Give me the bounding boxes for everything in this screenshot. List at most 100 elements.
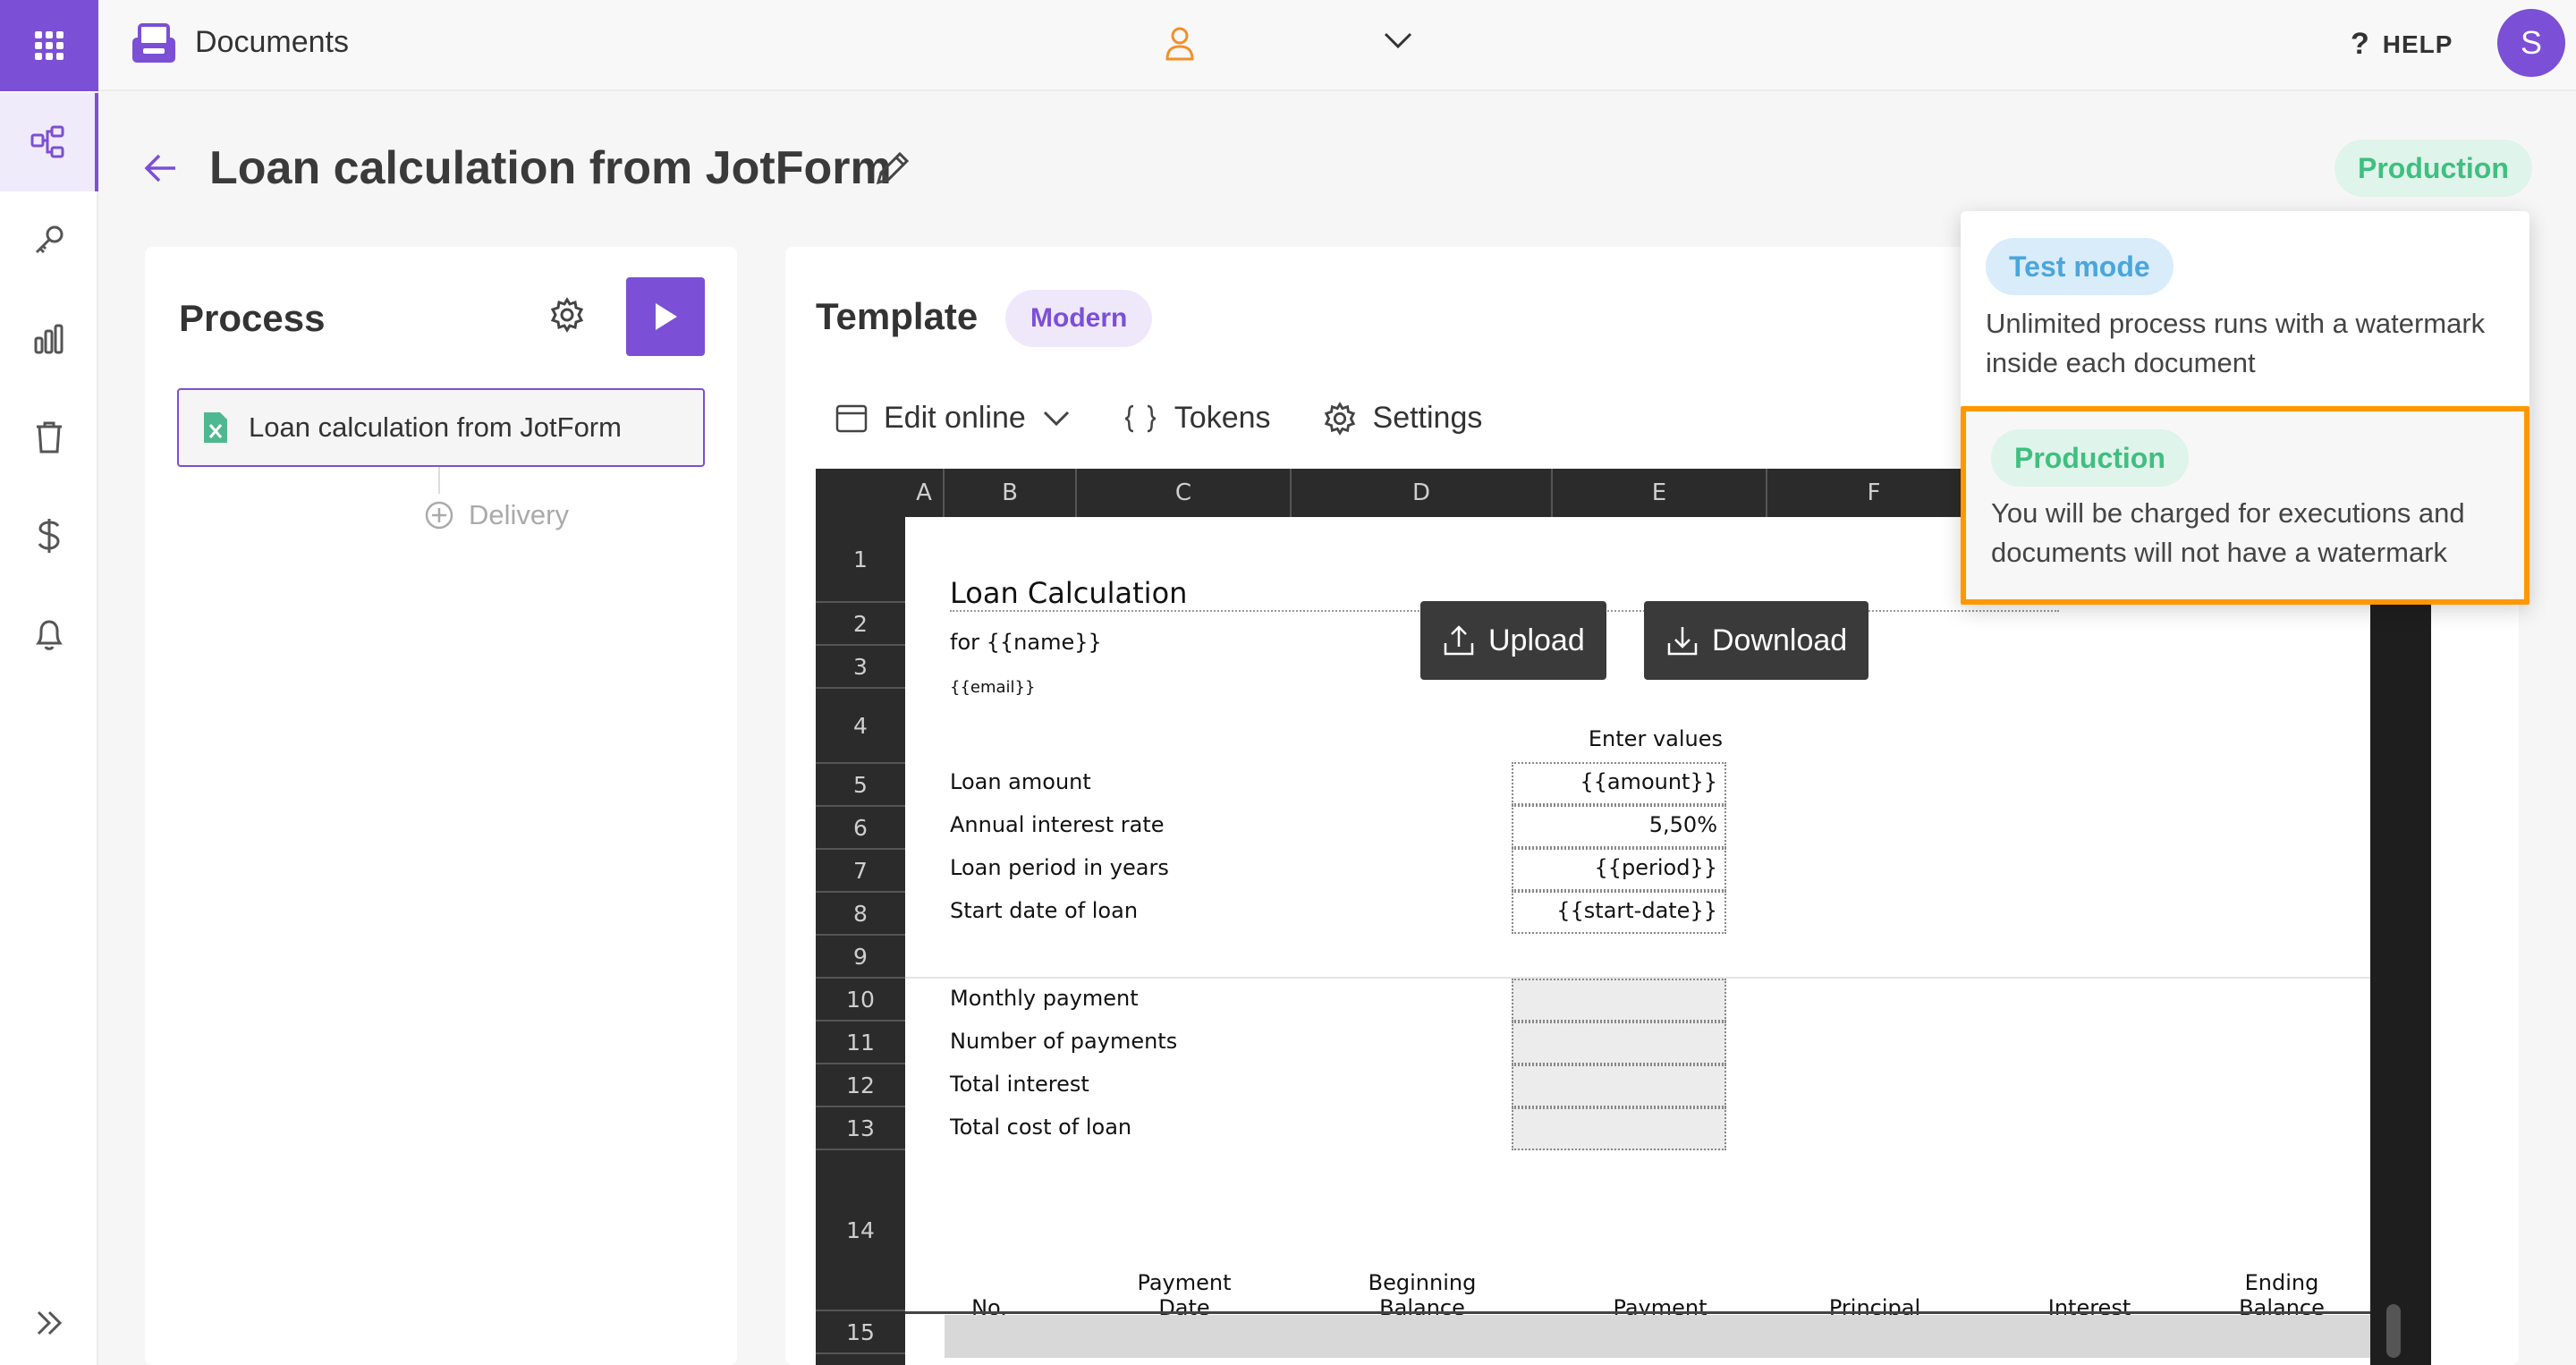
process-title: Process xyxy=(179,297,326,339)
row-header: 6 xyxy=(816,807,905,850)
notifications-nav-icon[interactable] xyxy=(0,585,98,683)
scroll-thumb[interactable] xyxy=(2386,1304,2401,1358)
documents-logo-icon xyxy=(131,21,177,69)
row-header: 3 xyxy=(816,646,905,689)
template-title: Template xyxy=(816,295,979,337)
col-payment-date-header-1: Payment xyxy=(1137,1270,1232,1295)
tokens-button[interactable]: Tokens xyxy=(1123,401,1271,436)
column-header: E xyxy=(1553,469,1767,517)
environment-selector[interactable]: Production xyxy=(2334,140,2532,197)
sheet-body: Loan Calculation for {{name}} {{email}} … xyxy=(905,517,2370,1365)
total-cost-cell xyxy=(1512,1107,1726,1150)
user-icon[interactable] xyxy=(1165,25,1195,65)
row-header: 1 xyxy=(816,517,905,603)
excel-file-icon xyxy=(204,412,227,443)
production-option[interactable]: Production You will be charged for execu… xyxy=(1961,406,2529,605)
loan-amount-label: Loan amount xyxy=(950,769,1091,794)
key-nav-icon[interactable] xyxy=(0,191,98,290)
tokens-label: Tokens xyxy=(1174,401,1271,435)
stats-nav-icon[interactable] xyxy=(0,290,98,388)
production-badge: Production xyxy=(1991,429,2189,487)
row-header: 12 xyxy=(816,1064,905,1107)
trash-nav-icon[interactable] xyxy=(0,388,98,487)
run-process-button[interactable] xyxy=(626,277,705,356)
table-header-line xyxy=(905,1311,2370,1314)
num-payments-label: Number of payments xyxy=(950,1029,1178,1054)
edit-online-label: Edit online xyxy=(884,401,1026,435)
app-title: Documents xyxy=(195,25,349,59)
sheet-scrollbar[interactable] xyxy=(2370,517,2431,1365)
rate-value: 5,50% xyxy=(1648,812,1717,837)
col-beginning-header-1: Beginning xyxy=(1368,1270,1477,1295)
row-header: 13 xyxy=(816,1107,905,1150)
row-header: 4 xyxy=(816,689,905,764)
settings-button[interactable]: Settings xyxy=(1323,401,1483,436)
production-description: You will be charged for executions and d… xyxy=(1991,497,2465,568)
download-label: Download xyxy=(1712,623,1848,657)
row-header: 11 xyxy=(816,1022,905,1064)
settings-label: Settings xyxy=(1372,401,1483,435)
chevron-down-icon[interactable] xyxy=(1383,30,1413,55)
test-mode-badge: Test mode xyxy=(1986,238,2174,295)
upload-label: Upload xyxy=(1488,623,1585,657)
sheet-title: Loan Calculation xyxy=(950,576,1188,610)
row-header: 15 xyxy=(816,1311,905,1354)
test-mode-description: Unlimited process runs with a watermark … xyxy=(1986,308,2486,378)
process-step-item[interactable]: Loan calculation from JotForm xyxy=(177,388,705,467)
gear-icon[interactable] xyxy=(549,297,585,337)
column-header: C xyxy=(1077,469,1292,517)
column-header: D xyxy=(1292,469,1553,517)
download-button[interactable]: Download xyxy=(1644,601,1869,680)
row-header: 7 xyxy=(816,850,905,893)
help-icon: ? xyxy=(2351,27,2370,61)
processes-nav-icon[interactable] xyxy=(0,93,98,191)
sheet-email: {{email}} xyxy=(950,678,1036,697)
window-icon xyxy=(835,404,868,432)
process-panel: Process Loan calculation from JotForm De… xyxy=(145,247,737,1365)
add-delivery-button[interactable]: Delivery xyxy=(424,499,569,531)
edit-online-button[interactable]: Edit online xyxy=(835,401,1071,436)
avatar[interactable]: S xyxy=(2497,9,2565,77)
delivery-label: Delivery xyxy=(469,499,569,530)
test-mode-option[interactable]: Test mode Unlimited process runs with a … xyxy=(1961,211,2529,406)
row-header: 2 xyxy=(816,603,905,646)
template-toolbar: Edit online Tokens Settings xyxy=(835,401,1534,436)
monthly-payment-label: Monthly payment xyxy=(950,986,1139,1011)
environment-dropdown: Test mode Unlimited process runs with a … xyxy=(1961,211,2529,605)
row-header: 10 xyxy=(816,979,905,1022)
play-icon xyxy=(656,303,677,330)
apps-grid-icon[interactable] xyxy=(0,0,98,91)
row-header: 5 xyxy=(816,764,905,807)
page-title: Loan calculation from JotForm xyxy=(209,142,892,194)
total-interest-label: Total interest xyxy=(950,1072,1089,1097)
column-header: F xyxy=(1767,469,1982,517)
billing-nav-icon[interactable] xyxy=(0,487,98,585)
upload-button[interactable]: Upload xyxy=(1420,601,1606,680)
column-header: B xyxy=(945,469,1077,517)
chevron-down-icon[interactable] xyxy=(1042,410,1071,428)
num-payments-cell xyxy=(1512,1022,1726,1064)
gear-icon xyxy=(1324,401,1355,436)
total-interest-cell xyxy=(1512,1064,1726,1107)
help-button[interactable]: ? HELP xyxy=(2351,27,2453,62)
amount-value: {{amount}} xyxy=(1580,769,1717,794)
top-bar: Documents ? HELP S xyxy=(98,0,2576,91)
template-style-badge[interactable]: Modern xyxy=(1005,290,1153,347)
pencil-icon[interactable] xyxy=(873,148,912,192)
braces-icon xyxy=(1124,404,1156,432)
column-header: A xyxy=(905,469,945,517)
start-date-value: {{start-date}} xyxy=(1556,898,1717,923)
row-header: 8 xyxy=(816,893,905,936)
period-value: {{period}} xyxy=(1594,855,1717,880)
expand-sidebar-icon[interactable] xyxy=(0,1274,98,1365)
loan-period-label: Loan period in years xyxy=(950,855,1169,880)
interest-rate-label: Annual interest rate xyxy=(950,812,1165,837)
enter-values-label: Enter values xyxy=(1588,726,1723,751)
back-arrow-icon[interactable] xyxy=(143,152,179,189)
help-label: HELP xyxy=(2382,30,2453,58)
col-ending-header-1: Ending xyxy=(2244,1270,2319,1295)
start-date-label: Start date of loan xyxy=(950,898,1139,923)
upload-icon xyxy=(1444,625,1474,656)
table-row xyxy=(945,1315,2370,1358)
sheet-for-name: for {{name}} xyxy=(950,630,1102,655)
